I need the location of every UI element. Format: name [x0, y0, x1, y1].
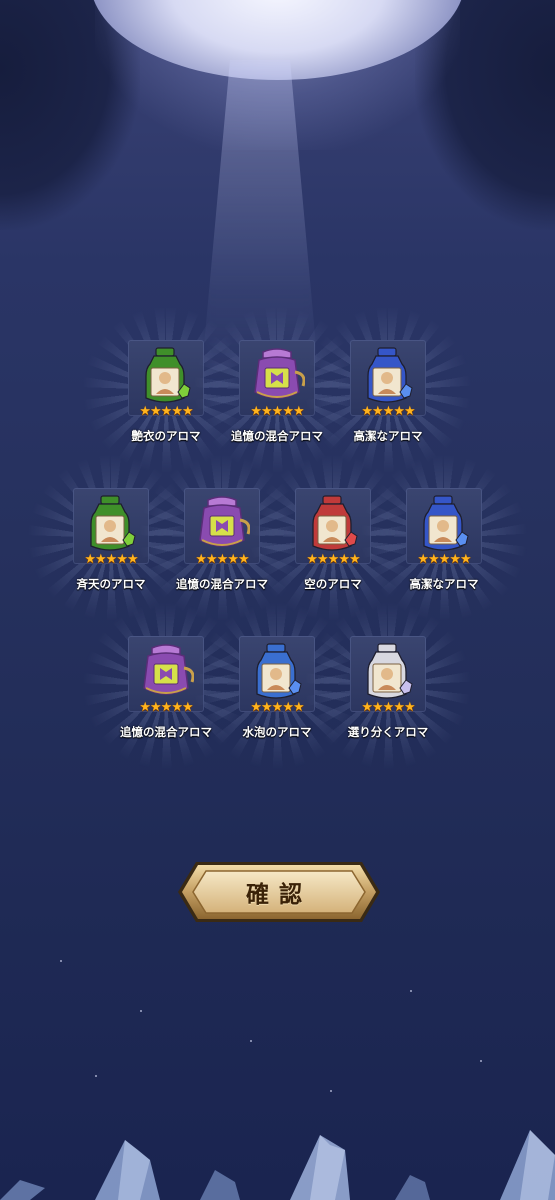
blue-bottle-icon	[416, 494, 472, 554]
item-name: 高潔なアロマ	[409, 577, 479, 591]
confirm-label: 確認	[246, 882, 312, 908]
white-bottle-icon	[360, 642, 416, 702]
blue-bottle-icon	[360, 346, 416, 406]
green-bottle-icon	[138, 346, 194, 406]
rarity-stars: ★★★★★	[361, 700, 415, 715]
purple-kettle-icon	[194, 494, 251, 554]
blue-bottle-icon	[249, 642, 305, 702]
green-bottle-icon	[83, 494, 139, 554]
reward-item[interactable]: ★★★★★ 高潔なアロマ	[359, 453, 529, 623]
purple-kettle-icon	[249, 346, 306, 406]
confirm-button[interactable]: 確認	[176, 860, 382, 924]
red-bottle-icon	[305, 494, 361, 554]
item-name: 選り分くアロマ	[347, 725, 429, 739]
item-name: 高潔なアロマ	[353, 429, 423, 443]
rarity-stars: ★★★★★	[417, 552, 471, 567]
rarity-stars: ★★★★★	[361, 404, 415, 419]
purple-kettle-icon	[138, 642, 195, 702]
crystal-decoration	[0, 1130, 555, 1200]
reward-item[interactable]: ★★★★★ 高潔なアロマ	[303, 305, 473, 475]
reward-item[interactable]: ★★★★★ 選り分くアロマ	[303, 601, 473, 771]
